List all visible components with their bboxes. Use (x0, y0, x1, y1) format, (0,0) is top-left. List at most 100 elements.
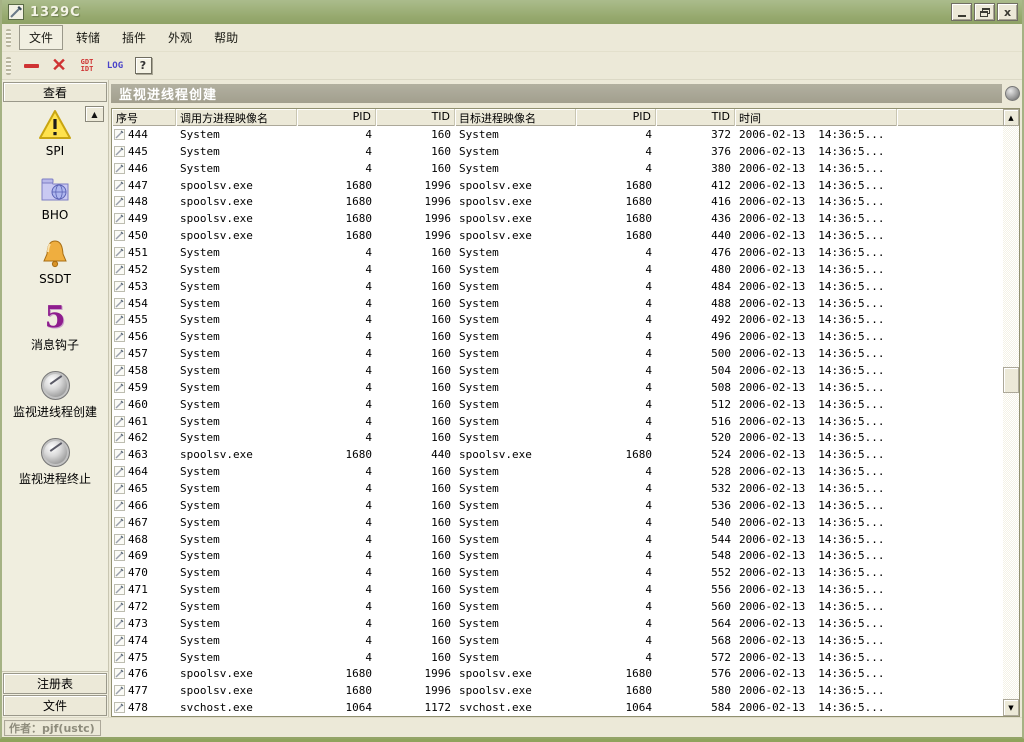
menubar: 文件 转储 插件 外观 帮助 (2, 24, 1022, 52)
table-row[interactable]: 455 System 4 160 System 4 492 2006-02-13 14:36:5… (112, 311, 1003, 328)
cell-seq: 462 (112, 431, 176, 444)
restore-button[interactable] (974, 3, 995, 21)
cell-caller-pid: 4 (365, 313, 372, 327)
log-tool-button[interactable]: LOG (103, 55, 127, 77)
file-button[interactable]: 文件 (3, 695, 107, 716)
sidebar-bottom: 注册表 文件 (2, 671, 108, 717)
table-row[interactable]: 478 svchost.exe 1064 1172 svchost.exe 1064 584… (112, 699, 1003, 716)
table-row[interactable]: 463 spoolsv.exe 1680 440 spoolsv.exe 1680 524 2… (112, 446, 1003, 463)
table-row[interactable]: 452 System 4 160 System 4 480 2006-02-13 14:36:5… (112, 261, 1003, 278)
cell-seq: 465 (112, 482, 176, 495)
cell-seq: 448 (112, 195, 176, 208)
col-target-pid[interactable]: PID (576, 109, 656, 126)
menubar-gripper-icon[interactable] (6, 28, 11, 47)
menu-file[interactable]: 文件 (19, 25, 64, 50)
table-row[interactable]: 444 System 4 160 System 4 372 2006-02-13 14:36:5… (112, 126, 1003, 143)
table-row[interactable]: 470 System 4 160 System 4 552 2006-02-13 14:36:5… (112, 564, 1003, 581)
table-row[interactable]: 473 System 4 160 System 4 564 2006-02-13 14:36:5… (112, 615, 1003, 632)
table-row[interactable]: 447 spoolsv.exe 1680 1996 spoolsv.exe 1680 412… (112, 177, 1003, 194)
cell-caller-pid: 4 (365, 481, 372, 495)
table-row[interactable]: 476 spoolsv.exe 1680 1996 spoolsv.exe 1680 576… (112, 666, 1003, 683)
cell-caller-tid: 160 (431, 566, 451, 580)
cell-target-tid: 504 (711, 363, 731, 377)
menu-dump[interactable]: 转储 (67, 26, 109, 49)
table-row[interactable]: 449 spoolsv.exe 1680 1996 spoolsv.exe 1680 436… (112, 210, 1003, 227)
cell-seq: 466 (112, 499, 176, 512)
row-pen-icon (114, 230, 125, 242)
registry-button[interactable]: 注册表 (3, 673, 107, 694)
table-row[interactable]: 477 spoolsv.exe 1680 1996 spoolsv.exe 1680 580… (112, 682, 1003, 699)
table-row[interactable]: 467 System 4 160 System 4 540 2006-02-13 14:36:5… (112, 514, 1003, 531)
col-target-image[interactable]: 目标进程映像名 (455, 109, 576, 126)
cell-caller-image: System (180, 397, 220, 411)
cell-target-pid: 4 (645, 161, 652, 175)
toolbar-gripper-icon[interactable] (6, 56, 11, 75)
cell-caller-image: spoolsv.exe (180, 178, 253, 192)
cell-caller-tid: 160 (431, 144, 451, 158)
cell-target-pid: 4 (645, 599, 652, 613)
cell-target-tid: 536 (711, 498, 731, 512)
sidebar-header-view-button[interactable]: 查看 (3, 82, 107, 102)
table-row[interactable]: 469 System 4 160 System 4 548 2006-02-13 14:36:5… (112, 547, 1003, 564)
table-row[interactable]: 461 System 4 160 System 4 516 2006-02-13 14:36:5… (112, 413, 1003, 430)
table-row[interactable]: 471 System 4 160 System 4 556 2006-02-13 14:36:5… (112, 581, 1003, 598)
gdt-idt-tool-button[interactable]: GDT IDT (75, 55, 99, 77)
table-row[interactable]: 465 System 4 160 System 4 532 2006-02-13 14:36:5… (112, 480, 1003, 497)
cell-target-pid: 4 (645, 498, 652, 512)
cell-time: 2006-02-13 14:36:5... (739, 195, 885, 209)
sidebar-item-ssdt[interactable]: SSDT (3, 235, 108, 286)
sidebar-item-message-hook[interactable]: 5 消息钩子 (3, 299, 108, 353)
col-target-tid[interactable]: TID (656, 109, 735, 126)
cell-time: 2006-02-13 14:36:5... (739, 650, 885, 664)
col-seq[interactable]: 序号 (112, 109, 176, 126)
menu-plugins[interactable]: 插件 (113, 26, 155, 49)
table-row[interactable]: 475 System 4 160 System 4 572 2006-02-13 14:36:5… (112, 649, 1003, 666)
col-caller-image[interactable]: 调用方进程映像名 (176, 109, 297, 126)
dash-tool-button[interactable] (19, 55, 43, 77)
table-row[interactable]: 472 System 4 160 System 4 560 2006-02-13 14:36:5… (112, 598, 1003, 615)
cell-caller-pid: 4 (365, 245, 372, 259)
round-metal-button-icon (40, 371, 70, 400)
vertical-scrollbar[interactable]: ▲ ▼ (1003, 109, 1019, 716)
table-row[interactable]: 451 System 4 160 System 4 476 2006-02-13 14:36:5… (112, 244, 1003, 261)
table-row[interactable]: 445 System 4 160 System 4 376 2006-02-13 14:36:5… (112, 143, 1003, 160)
close-button[interactable]: x (997, 3, 1018, 21)
delete-tool-button[interactable]: ✕ (47, 55, 71, 77)
col-caller-tid[interactable]: TID (376, 109, 455, 126)
table-row[interactable]: 456 System 4 160 System 4 496 2006-02-13 14:36:5… (112, 328, 1003, 345)
purple-hook-icon: 5 (44, 300, 66, 335)
table-row[interactable]: 459 System 4 160 System 4 508 2006-02-13 14:36:5… (112, 379, 1003, 396)
menu-help[interactable]: 帮助 (205, 26, 247, 49)
table-row[interactable]: 446 System 4 160 System 4 380 2006-02-13 14:36:5… (112, 160, 1003, 177)
sidebar-scroll-up-button[interactable]: ▲ (85, 106, 104, 122)
table-row[interactable]: 448 spoolsv.exe 1680 1996 spoolsv.exe 1680 416… (112, 193, 1003, 210)
col-caller-pid[interactable]: PID (297, 109, 376, 126)
scroll-down-button[interactable]: ▼ (1003, 699, 1019, 716)
table-row[interactable]: 466 System 4 160 System 4 536 2006-02-13 14:36:5… (112, 497, 1003, 514)
cell-target-tid: 480 (711, 262, 731, 276)
help-tool-button[interactable]: ? (131, 55, 155, 77)
minimize-button[interactable] (951, 3, 972, 21)
menu-appearance[interactable]: 外观 (159, 26, 201, 49)
table-row[interactable]: 453 System 4 160 System 4 484 2006-02-13 14:36:5… (112, 278, 1003, 295)
cell-caller-pid: 4 (365, 532, 372, 546)
sidebar-item-bho[interactable]: BHO (3, 171, 108, 222)
table-row[interactable]: 454 System 4 160 System 4 488 2006-02-13 14:36:5… (112, 295, 1003, 312)
cell-caller-pid: 1680 (345, 178, 373, 192)
cell-caller-pid: 4 (365, 599, 372, 613)
sidebar-item-monitor-thread-create[interactable]: 监视进线程创建 (3, 366, 108, 420)
table-row[interactable]: 460 System 4 160 System 4 512 2006-02-13 14:36:5… (112, 396, 1003, 413)
cell-target-pid: 4 (645, 650, 652, 664)
cell-seq: 469 (112, 549, 176, 562)
table-row[interactable]: 457 System 4 160 System 4 500 2006-02-13 14:36:5… (112, 345, 1003, 362)
table-row[interactable]: 458 System 4 160 System 4 504 2006-02-13 14:36:5… (112, 362, 1003, 379)
table-row[interactable]: 474 System 4 160 System 4 568 2006-02-13 14:36:5… (112, 632, 1003, 649)
table-row[interactable]: 450 spoolsv.exe 1680 1996 spoolsv.exe 1680 440… (112, 227, 1003, 244)
sidebar-item-monitor-process-terminate[interactable]: 监视进程终止 (3, 433, 108, 487)
scroll-up-button[interactable]: ▲ (1003, 109, 1019, 126)
scroll-thumb[interactable] (1003, 367, 1019, 393)
table-row[interactable]: 462 System 4 160 System 4 520 2006-02-13 14:36:5… (112, 429, 1003, 446)
table-row[interactable]: 468 System 4 160 System 4 544 2006-02-13 14:36:5… (112, 531, 1003, 548)
table-row[interactable]: 464 System 4 160 System 4 528 2006-02-13 14:36:5… (112, 463, 1003, 480)
col-time[interactable]: 时间 (735, 109, 897, 126)
